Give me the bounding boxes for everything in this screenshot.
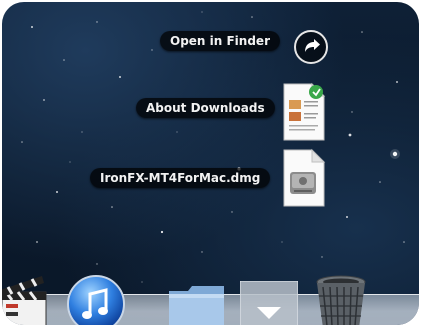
desktop-background: Open in Finder About Downloads IronFX-MT… xyxy=(2,2,419,325)
about-downloads-label[interactable]: About Downloads xyxy=(136,98,275,118)
dmg-file-item[interactable] xyxy=(280,148,326,208)
dock-item-downloads-stack[interactable] xyxy=(239,280,299,325)
downloads-stack-icon xyxy=(239,280,299,325)
open-in-finder-label[interactable]: Open in Finder xyxy=(160,31,280,51)
arrow-circle-icon xyxy=(305,39,320,52)
dmg-file-label[interactable]: IronFX-MT4ForMac.dmg xyxy=(90,168,271,188)
dock-item-itunes[interactable] xyxy=(66,274,126,325)
trash-icon xyxy=(316,275,366,325)
dock-item-trash[interactable] xyxy=(312,274,370,325)
about-downloads-item[interactable] xyxy=(280,82,326,142)
dock-item-clapper[interactable] xyxy=(2,270,52,325)
itunes-icon xyxy=(67,275,125,325)
clapper-icon xyxy=(2,276,47,325)
open-in-finder-button[interactable] xyxy=(294,30,328,64)
dock-item-folder[interactable] xyxy=(166,283,228,325)
disk-image-icon xyxy=(283,148,326,207)
rtf-document-icon xyxy=(283,82,326,141)
folder-icon xyxy=(169,286,224,325)
